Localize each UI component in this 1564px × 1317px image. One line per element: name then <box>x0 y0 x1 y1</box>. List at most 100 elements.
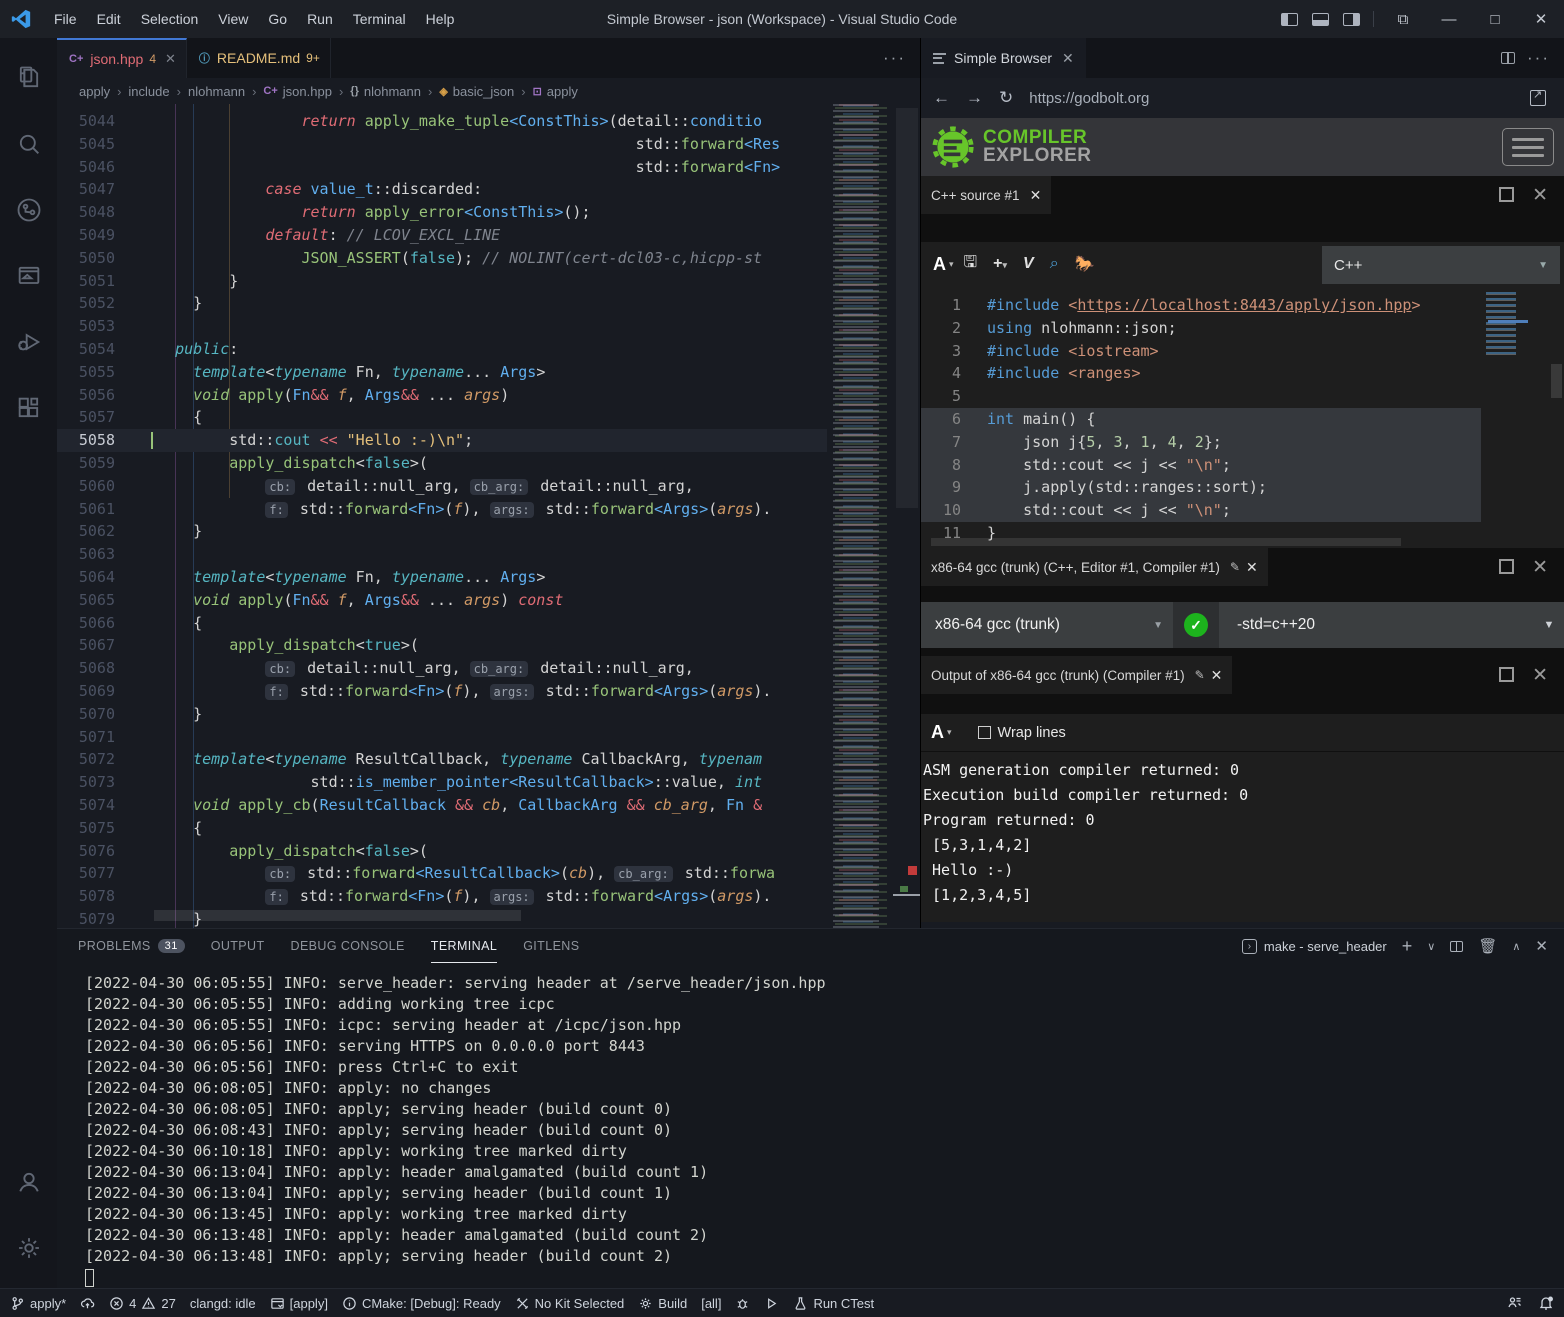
breadcrumb-item[interactable]: include <box>128 84 169 99</box>
terminal-output[interactable]: [2022-04-30 06:05:55] INFO: serve_header… <box>57 963 1564 1267</box>
menu-terminal[interactable]: Terminal <box>343 0 416 38</box>
split-editor-icon[interactable] <box>1501 52 1515 64</box>
run-ctest-button[interactable]: Run CTest <box>793 1296 874 1311</box>
vim-mode-icon[interactable]: V <box>1023 255 1034 273</box>
tab-debug-console[interactable]: DEBUG CONSOLE <box>291 929 405 963</box>
close-tab-icon[interactable]: ✕ <box>165 51 176 67</box>
maximize-panel-icon[interactable]: ∧ <box>1512 940 1520 953</box>
font-size-icon[interactable]: A <box>933 254 946 275</box>
cmake-kit-status[interactable]: No Kit Selected <box>515 1296 625 1311</box>
cmake-project-status[interactable]: [apply] <box>270 1296 328 1311</box>
code-editor[interactable]: 5044 return apply_make_tuple<ConstThis>(… <box>57 104 920 928</box>
editor-actions-overflow[interactable]: ··· <box>883 38 920 78</box>
minimize-button[interactable]: — <box>1426 0 1472 38</box>
source-pane-tab[interactable]: C++ source #1 ✕ <box>921 176 1051 214</box>
output-pane-tab[interactable]: Output of x86-64 gcc (trunk) (Compiler #… <box>921 656 1232 694</box>
breadcrumb-item[interactable]: apply <box>547 84 578 99</box>
close-pane-icon[interactable]: ✕ <box>1030 187 1042 204</box>
close-pane-icon[interactable]: ✕ <box>1532 556 1548 579</box>
run-debug-icon[interactable] <box>0 316 57 368</box>
feedback-icon[interactable] <box>1506 1295 1522 1311</box>
overview-ruler[interactable] <box>893 104 920 928</box>
close-panel-icon[interactable]: ✕ <box>1535 937 1548 955</box>
menu-selection[interactable]: Selection <box>131 0 209 38</box>
customize-layout-icon[interactable]: ⧉ <box>1380 0 1426 38</box>
menu-run[interactable]: Run <box>297 0 343 38</box>
preview-icon[interactable] <box>0 250 57 302</box>
toggle-sidebar-icon[interactable] <box>1281 13 1298 26</box>
forward-icon[interactable]: → <box>966 88 983 108</box>
menu-file[interactable]: File <box>44 0 87 38</box>
scrollbar-thumb[interactable] <box>896 108 918 508</box>
account-icon[interactable] <box>0 1156 57 1208</box>
browser-group-actions[interactable]: ··· <box>1501 38 1564 78</box>
tab-json-hpp[interactable]: C+ json.hpp 4 ✕ <box>57 38 187 78</box>
tab-gitlens[interactable]: GITLENS <box>523 929 579 963</box>
debug-button[interactable] <box>735 1296 750 1311</box>
breadcrumb-item[interactable]: basic_json <box>453 84 514 99</box>
compiler-flags-input[interactable]: -std=c++20 <box>1219 616 1534 634</box>
search-icon[interactable] <box>0 118 57 170</box>
tab-terminal[interactable]: TERMINAL <box>431 929 497 963</box>
source-horizontal-scrollbar[interactable] <box>931 538 1401 546</box>
notifications-bell-icon[interactable] <box>1538 1295 1554 1311</box>
breadcrumb-item[interactable]: nlohmann <box>188 84 245 99</box>
close-pane-icon[interactable]: ✕ <box>1532 664 1548 687</box>
terminal-dropdown-icon[interactable]: ∨ <box>1427 940 1435 953</box>
git-branch-status[interactable]: apply* <box>10 1296 66 1311</box>
compiler-select[interactable]: x86-64 gcc (trunk)▼ <box>921 616 1173 634</box>
maximize-button[interactable]: □ <box>1472 0 1518 38</box>
extensions-icon[interactable] <box>0 382 57 434</box>
explorer-icon[interactable] <box>0 52 57 104</box>
open-external-icon[interactable] <box>1530 90 1546 106</box>
language-select[interactable]: C++▼ <box>1322 246 1560 284</box>
build-target[interactable]: [all] <box>701 1296 721 1311</box>
tab-simple-browser[interactable]: Simple Browser ✕ <box>921 38 1086 78</box>
source-scrollbar-thumb[interactable] <box>1551 364 1562 398</box>
breadcrumb-item[interactable]: json.hpp <box>283 84 332 99</box>
zoom-icon[interactable]: ⌕ <box>1050 255 1059 273</box>
reload-icon[interactable]: ↻ <box>999 88 1013 108</box>
add-pane-icon[interactable]: +▾ <box>993 255 1007 273</box>
menu-edit[interactable]: Edit <box>87 0 131 38</box>
tab-output[interactable]: OUTPUT <box>211 929 265 963</box>
back-icon[interactable]: ← <box>933 88 950 108</box>
new-terminal-icon[interactable]: + <box>1402 936 1413 957</box>
toggle-secondary-sidebar-icon[interactable] <box>1343 13 1360 26</box>
toggle-panel-icon[interactable] <box>1312 13 1329 26</box>
close-button[interactable]: ✕ <box>1518 0 1564 38</box>
maximize-pane-icon[interactable] <box>1499 667 1514 682</box>
more-actions-icon[interactable]: ··· <box>1527 48 1550 68</box>
pin-tool-icon[interactable]: 🐎 <box>1075 254 1095 274</box>
menu-go[interactable]: Go <box>258 0 297 38</box>
clangd-status[interactable]: clangd: idle <box>190 1296 256 1311</box>
menu-help[interactable]: Help <box>416 0 465 38</box>
close-pane-icon[interactable]: ✕ <box>1532 184 1548 207</box>
minimap[interactable] <box>829 104 893 928</box>
close-pane-icon[interactable]: ✕ <box>1246 559 1258 576</box>
source-control-icon[interactable] <box>0 184 57 236</box>
breadcrumb-item[interactable]: apply <box>79 84 110 99</box>
settings-gear-icon[interactable] <box>0 1222 57 1274</box>
wrap-lines-checkbox[interactable] <box>978 726 991 739</box>
cmake-build-variant[interactable]: CMake: [Debug]: Ready <box>342 1296 501 1311</box>
tab-readme-md[interactable]: ⓘ README.md 9+ <box>187 38 331 78</box>
sync-changes-button[interactable] <box>80 1296 95 1311</box>
problems-status[interactable]: 4 27 <box>109 1296 176 1311</box>
horizontal-scrollbar[interactable] <box>154 910 521 921</box>
close-pane-icon[interactable]: ✕ <box>1211 667 1223 684</box>
breadcrumb-item[interactable]: nlohmann <box>364 84 421 99</box>
launch-button[interactable] <box>764 1296 779 1311</box>
kill-terminal-icon[interactable]: 🗑 <box>1478 937 1497 955</box>
url-input[interactable]: https://godbolt.org <box>1029 90 1530 107</box>
font-size-icon[interactable]: A <box>931 722 944 743</box>
close-tab-icon[interactable]: ✕ <box>1062 50 1074 67</box>
maximize-pane-icon[interactable] <box>1499 187 1514 202</box>
options-dropdown-icon[interactable]: ▼ <box>1534 619 1564 631</box>
rename-pane-icon[interactable]: ✎ <box>1195 668 1205 682</box>
compiler-pane-tab[interactable]: x86-64 gcc (trunk) (C++, Editor #1, Comp… <box>921 548 1268 586</box>
rename-pane-icon[interactable]: ✎ <box>1230 560 1240 574</box>
tab-problems[interactable]: PROBLEMS31 <box>78 929 185 963</box>
menu-view[interactable]: View <box>208 0 258 38</box>
hamburger-menu-icon[interactable] <box>1502 128 1554 166</box>
